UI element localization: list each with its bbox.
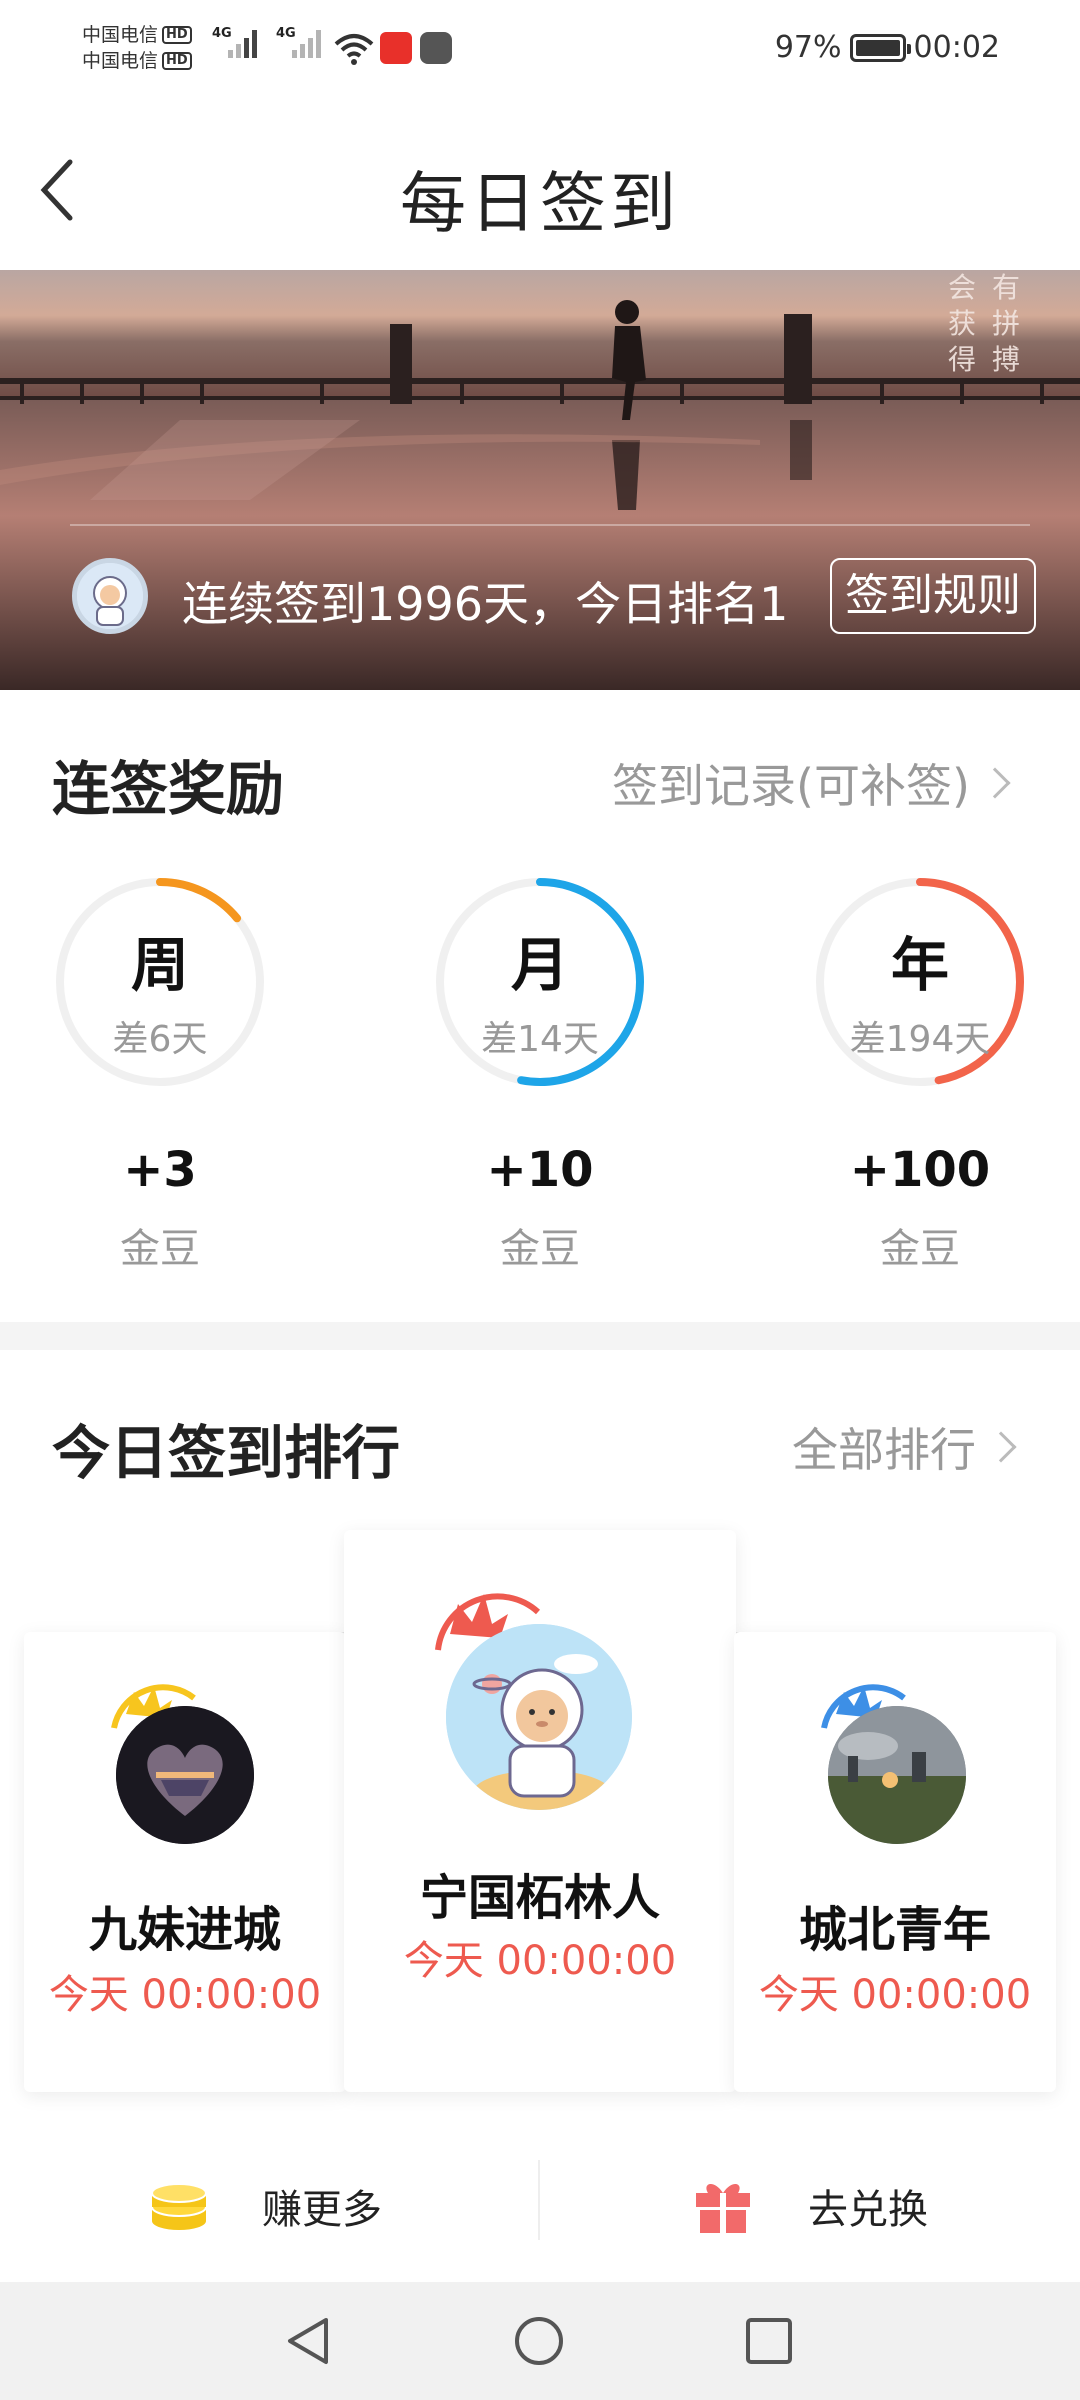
reward-remaining-days: 差14天	[481, 1019, 599, 1060]
checkin-banner: 会获得 有拼搏 连续签到1996天，今日排名1 签到规则	[0, 270, 1080, 690]
reward-bonus-unit: 金豆	[120, 1226, 200, 1272]
section-divider	[0, 1322, 1080, 1350]
clock: 00:02	[913, 30, 1000, 65]
astronaut-avatar	[446, 1624, 632, 1810]
reward-bonus-amount: +3	[123, 1142, 197, 1198]
chevron-right-icon	[979, 767, 1011, 799]
all-ranking-link[interactable]: 全部排行	[792, 1414, 1017, 1480]
rank-card-1[interactable]: 宁国柘林人 今天 00:00:00	[344, 1530, 736, 2092]
banner-vertical-text-left: 会获得	[948, 271, 977, 376]
banner-vertical-text-right: 有拼搏	[992, 271, 1021, 376]
system-nav-bar	[0, 2282, 1080, 2400]
signal-icon-2: 4G	[276, 26, 321, 58]
page-title: 每日签到	[400, 165, 680, 242]
network-type-2: 4G	[276, 26, 296, 41]
rank-card-2[interactable]: 九妹进城 今天 00:00:00	[24, 1632, 346, 2092]
city-sunset-avatar	[828, 1706, 966, 1844]
back-triangle-icon[interactable]	[282, 2314, 336, 2368]
reward-period-label: 月	[510, 931, 569, 999]
rank-avatar-3[interactable]	[828, 1706, 966, 1844]
user-avatar[interactable]	[72, 558, 148, 634]
rank-card-3[interactable]: 城北青年 今天 00:00:00	[734, 1632, 1056, 2092]
top-app-bar: 每日签到	[0, 100, 1080, 270]
hd-badge-2: HD	[162, 52, 192, 70]
battery-icon	[849, 33, 911, 62]
reward-remaining-days: 差194天	[849, 1019, 991, 1060]
carrier-info: 中国电信 HD 中国电信 HD	[82, 22, 192, 74]
carrier-2: 中国电信	[82, 50, 159, 72]
astronaut-avatar-icon	[77, 563, 143, 629]
earn-more-label: 赚更多	[262, 2187, 382, 2233]
rank-avatar-1[interactable]	[446, 1624, 632, 1810]
checkin-record-label: 签到记录(可补签)	[612, 759, 970, 813]
rank-avatar-2[interactable]	[116, 1706, 254, 1844]
checkin-rules-button[interactable]: 签到规则	[830, 558, 1036, 634]
exchange-label: 去兑换	[808, 2187, 928, 2233]
battery-percent: 97%	[774, 30, 842, 65]
reward-period-label: 周	[130, 931, 189, 999]
banner-divider	[70, 524, 1030, 526]
reward-bonus-unit: 金豆	[880, 1226, 960, 1272]
status-bar: 中国电信 HD 中国电信 HD 4G 4G 97% 00:02	[0, 0, 1080, 100]
daily-checkin-screen: 中国电信 HD 中国电信 HD 4G 4G 97% 00:02 每日签到 会获得…	[0, 0, 1080, 2400]
signal-icon-1: 4G	[212, 26, 257, 58]
home-circle-icon[interactable]	[512, 2314, 566, 2368]
rank-name-2: 九妹进城	[88, 1902, 281, 1958]
bottom-separator	[538, 2160, 540, 2240]
reward-bonus-unit: 金豆	[500, 1226, 580, 1272]
reward-period-label: 年	[890, 931, 949, 999]
streak-summary: 连续签到1996天，今日排名1	[182, 577, 789, 631]
heart-sunset-avatar	[116, 1706, 254, 1844]
hd-badge-1: HD	[162, 26, 192, 44]
status-right: 97% 00:02	[775, 30, 1000, 65]
rank-name-1: 宁国柘林人	[419, 1870, 660, 1926]
earn-more-button[interactable]: 赚更多	[150, 2130, 382, 2282]
bottom-action-bar: 赚更多 去兑换	[0, 2130, 1080, 2282]
checkin-record-link[interactable]: 签到记录(可补签)	[612, 750, 1011, 816]
ranking-title: 今日签到排行	[52, 1419, 401, 1487]
shopping-bag-icon	[420, 32, 452, 64]
rank-time-3: 今天 00:00:00	[758, 1972, 1032, 2018]
gift-icon	[696, 2183, 750, 2233]
streak-rewards-title: 连签奖励	[52, 755, 285, 823]
reward-remaining-days: 差6天	[112, 1019, 208, 1060]
wifi-icon	[334, 34, 374, 65]
chevron-right-icon	[985, 1431, 1017, 1463]
recents-square-icon[interactable]	[742, 2314, 796, 2368]
reward-bonus-amount: +100	[849, 1142, 991, 1198]
app-notification-icon	[380, 32, 412, 64]
rank-time-2: 今天 00:00:00	[48, 1972, 322, 2018]
coins-icon	[151, 2183, 207, 2230]
all-ranking-label: 全部排行	[792, 1423, 976, 1477]
rank-time-1: 今天 00:00:00	[403, 1938, 677, 1984]
network-type-1: 4G	[212, 26, 232, 41]
reward-bonus-amount: +10	[486, 1142, 594, 1198]
rank-name-3: 城北青年	[798, 1902, 991, 1958]
carrier-1: 中国电信	[82, 24, 159, 46]
exchange-button[interactable]: 去兑换	[694, 2130, 928, 2282]
